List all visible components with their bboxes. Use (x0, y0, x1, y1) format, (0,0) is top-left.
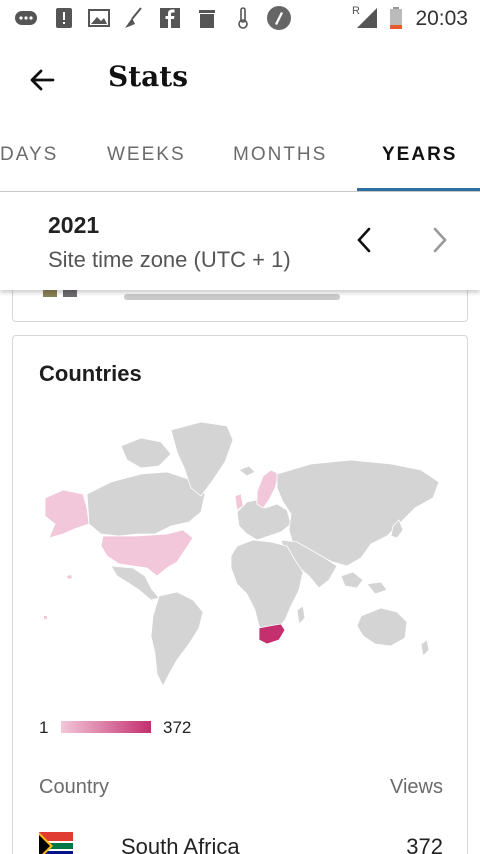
column-header-views: Views (390, 776, 443, 798)
map-region-alaska (44, 489, 90, 539)
map-region-southeast-asia (340, 571, 388, 595)
card-title: Countries (39, 361, 142, 386)
clock: 20:03 (415, 7, 468, 30)
messenger-icon (15, 11, 37, 25)
map-region-south-america (150, 591, 204, 687)
list-item[interactable]: South Africa 372 (13, 826, 467, 854)
map-region-canada (86, 471, 206, 537)
chevron-right-icon (433, 227, 447, 253)
alert-icon (56, 8, 72, 28)
world-map[interactable] (41, 416, 451, 696)
selected-year: 2021 (48, 212, 100, 238)
countries-card: Countries 1 372 Country Views South Afri… (12, 335, 468, 854)
country-views: 372 (406, 834, 443, 854)
legend-min: 1 (39, 718, 49, 737)
legend-gradient (61, 721, 151, 733)
compass-icon (267, 6, 291, 30)
next-period-button[interactable] (422, 220, 458, 260)
period-tabs: DAYS WEEKS MONTHS YEARS (0, 118, 480, 192)
map-region-australia (356, 607, 408, 647)
signal-icon (357, 8, 377, 28)
back-button[interactable] (22, 60, 62, 100)
date-selector: 2021 Site time zone (UTC + 1) (0, 192, 480, 290)
map-region-scandinavia (256, 469, 280, 509)
map-region-small-territory (44, 616, 47, 619)
broom-icon (125, 7, 142, 28)
map-legend: 1 372 (39, 718, 239, 738)
map-region-madagascar (296, 605, 306, 625)
toolbar: Stats (0, 38, 480, 118)
map-region-africa (230, 539, 304, 637)
previous-period-button[interactable] (346, 220, 382, 260)
image-icon (88, 9, 110, 27)
column-header-country: Country (39, 776, 110, 798)
chevron-left-icon (357, 227, 371, 253)
tab-years[interactable]: YEARS (382, 144, 457, 166)
tab-days[interactable]: DAYS (0, 144, 58, 166)
trash-icon (199, 10, 215, 28)
timezone-label: Site time zone (UTC + 1) (48, 247, 291, 272)
facebook-icon (160, 8, 180, 28)
tab-indicator (357, 188, 480, 191)
horizontal-scrollbar[interactable] (124, 294, 340, 300)
legend-max: 372 (163, 718, 192, 737)
battery-icon (390, 7, 402, 29)
country-name: South Africa (121, 834, 240, 854)
page-title: Stats (108, 60, 188, 93)
map-region-south-africa (258, 623, 286, 645)
status-bar: R 20:03 (0, 0, 480, 38)
thermometer-icon (238, 7, 248, 29)
map-region-new-zealand (420, 639, 430, 657)
arrow-left-icon (30, 69, 55, 91)
tab-weeks[interactable]: WEEKS (107, 144, 186, 166)
south-africa-flag-icon (39, 832, 73, 854)
map-region-hawaii (67, 575, 72, 579)
tab-months[interactable]: MONTHS (233, 144, 327, 166)
map-region-iceland (238, 465, 256, 477)
